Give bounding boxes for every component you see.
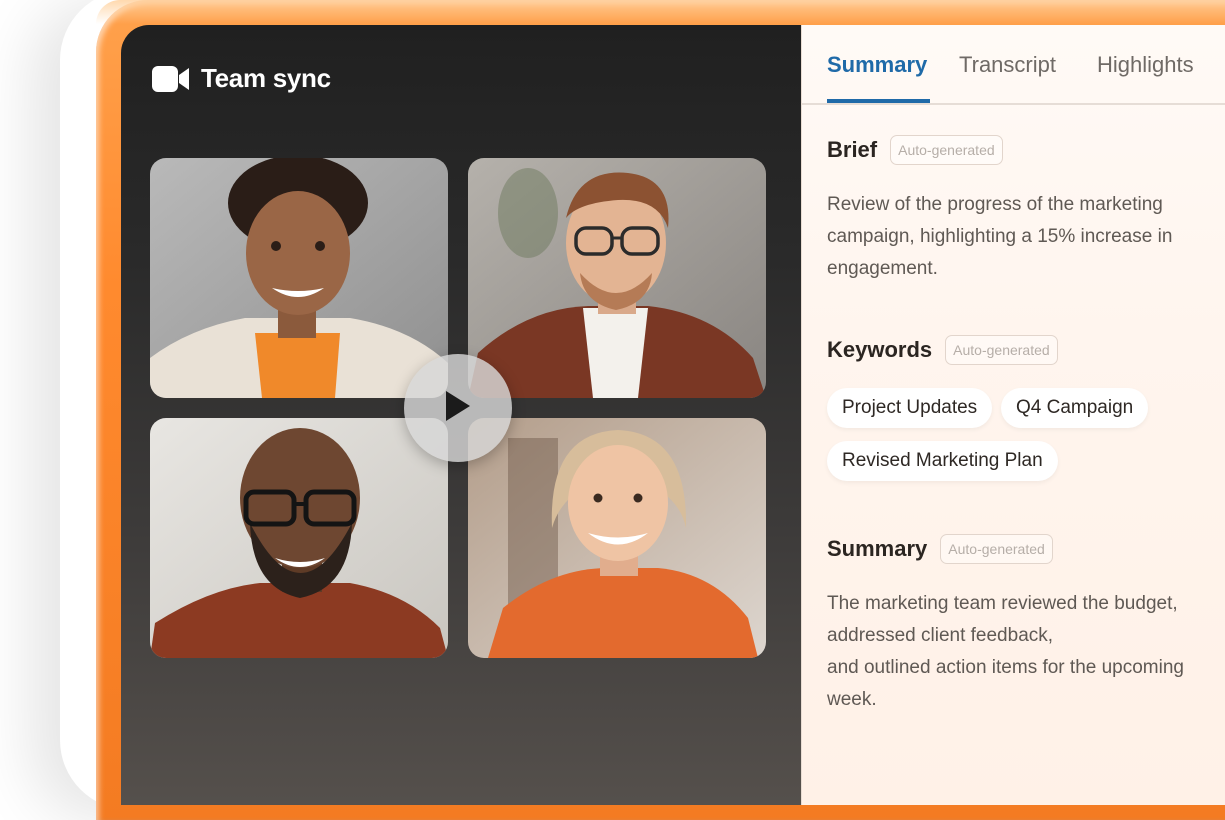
summary-header: Summary Auto-generated (827, 534, 1053, 564)
play-icon (444, 389, 472, 428)
brief-text: Review of the progress of the marketing … (827, 194, 1173, 279)
summary-text: The marketing team reviewed the budget, … (827, 588, 1205, 716)
participant-video-4[interactable] (468, 418, 766, 658)
tab-bar: Summary Transcript Highlights (802, 25, 1225, 105)
keyword-chip-project-updates[interactable]: Project Updates (827, 388, 993, 428)
meeting-title: Team sync (201, 63, 331, 93)
participant-video-1[interactable] (150, 158, 448, 398)
meeting-screen: Team sync Summary Transcript Highlights … (121, 25, 1225, 805)
keywords-auto-generated-badge: Auto-generated (945, 335, 1058, 365)
brief-title: Brief (827, 137, 878, 162)
tab-highlights[interactable]: Highlights (1097, 52, 1194, 78)
summary-line: and outlined action items for the upcomi… (827, 657, 1184, 710)
tab-transcript[interactable]: Transcript (959, 52, 1056, 78)
play-button[interactable] (404, 354, 512, 462)
summary-title: Summary (827, 536, 928, 561)
tab-summary[interactable]: Summary (827, 52, 927, 78)
summary-line: addressed client feedback, (827, 625, 1054, 646)
meeting-header: Team sync (152, 63, 331, 94)
participant-video-3[interactable] (150, 418, 448, 658)
brief-auto-generated-badge: Auto-generated (890, 135, 1003, 165)
keywords-title: Keywords (827, 337, 933, 362)
meeting-insights-panel: Summary Transcript Highlights Brief Auto… (801, 25, 1225, 805)
keywords-header: Keywords Auto-generated (827, 335, 1058, 365)
video-camera-icon (152, 65, 189, 92)
active-tab-indicator (827, 99, 930, 103)
participant-video-2[interactable] (468, 158, 766, 398)
keyword-chip-q4-campaign[interactable]: Q4 Campaign (1001, 388, 1149, 428)
video-pane: Team sync (121, 25, 801, 805)
summary-line: The marketing team reviewed the budget, (827, 593, 1178, 614)
brief-header: Brief Auto-generated (827, 135, 1003, 165)
summary-auto-generated-badge: Auto-generated (940, 534, 1053, 564)
keyword-chip-revised-marketing-plan[interactable]: Revised Marketing Plan (827, 441, 1058, 481)
